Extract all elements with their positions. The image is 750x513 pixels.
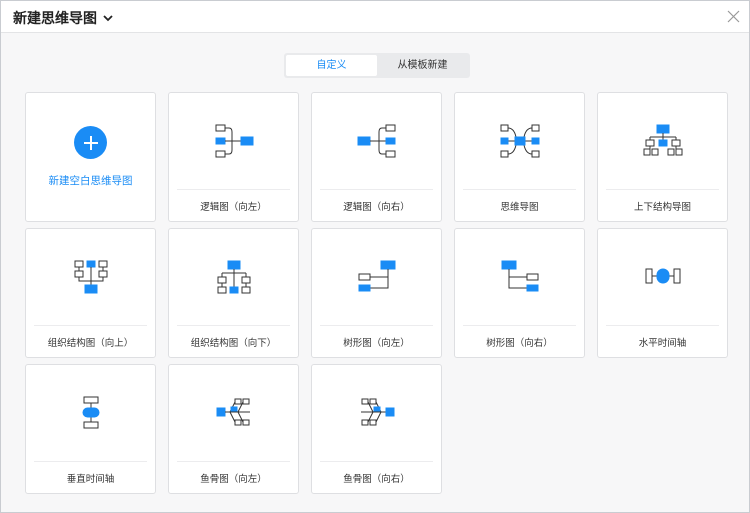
mindmap-icon	[500, 124, 539, 158]
template-label: 树形图（向左）	[343, 338, 410, 349]
dialog-title[interactable]: 新建思维导图	[13, 8, 114, 28]
card-divider	[463, 189, 576, 190]
card-divider	[606, 325, 719, 326]
template-card-logic-left[interactable]: 逻辑图（向左）	[168, 92, 299, 222]
chevron-down-icon	[103, 15, 113, 22]
plus-circle-icon	[74, 126, 107, 159]
vertical-timeline-icon	[82, 396, 99, 429]
logic-left-icon	[215, 124, 253, 158]
new-mindmap-dialog: 新建思维导图 自定义 从模板新建 新建空白思维导图 逻辑图（向左） 逻辑图（向右…	[0, 0, 750, 513]
template-card-fishbone-right[interactable]: 鱼骨图（向右）	[311, 364, 442, 494]
org-up-icon	[74, 260, 107, 294]
fishbone-left-icon	[216, 398, 250, 426]
logic-right-icon	[357, 124, 395, 158]
template-grid: 新建空白思维导图 逻辑图（向左） 逻辑图（向右） 思维导图 上下结构导图 组织结…	[25, 92, 728, 494]
template-card-fishbone-left[interactable]: 鱼骨图（向左）	[168, 364, 299, 494]
card-divider	[320, 325, 433, 326]
template-label: 组织结构图（向下）	[190, 338, 277, 349]
card-divider	[463, 325, 576, 326]
template-label: 鱼骨图（向左）	[200, 474, 267, 485]
tab-from-template[interactable]: 从模板新建	[377, 55, 468, 76]
card-divider	[177, 189, 290, 190]
template-card-horizontal-timeline[interactable]: 水平时间轴	[597, 228, 728, 358]
template-card-top-down[interactable]: 上下结构导图	[597, 92, 728, 222]
card-divider	[320, 189, 433, 190]
template-card-org-up[interactable]: 组织结构图（向上）	[25, 228, 156, 358]
card-divider	[34, 461, 147, 462]
close-icon[interactable]	[727, 10, 740, 23]
fishbone-right-icon	[360, 398, 394, 426]
template-label: 逻辑图（向左）	[200, 202, 267, 213]
tree-left-icon	[358, 260, 395, 292]
template-label: 逻辑图（向右）	[343, 202, 410, 213]
card-divider	[34, 325, 147, 326]
template-label: 垂直时间轴	[66, 474, 115, 485]
template-label: 上下结构导图	[633, 202, 691, 213]
dialog-title-text: 新建思维导图	[13, 11, 97, 27]
mode-tabs: 自定义 从模板新建	[284, 53, 470, 78]
template-label: 组织结构图（向上）	[47, 338, 134, 349]
template-label: 树形图（向右）	[486, 338, 553, 349]
card-divider	[320, 461, 433, 462]
dialog-header: 新建思维导图	[1, 1, 749, 33]
template-label: 鱼骨图（向右）	[343, 474, 410, 485]
template-label: 思维导图	[500, 202, 539, 213]
template-label: 水平时间轴	[638, 338, 687, 349]
template-card-tree-left[interactable]: 树形图（向左）	[311, 228, 442, 358]
org-down-icon	[217, 260, 250, 294]
horizontal-timeline-icon	[645, 268, 680, 284]
tree-right-icon	[501, 260, 538, 292]
template-card-logic-right[interactable]: 逻辑图（向右）	[311, 92, 442, 222]
template-card-tree-right[interactable]: 树形图（向右）	[454, 228, 585, 358]
top-down-icon	[643, 124, 682, 156]
template-card-mindmap[interactable]: 思维导图	[454, 92, 585, 222]
card-divider	[177, 461, 290, 462]
new-blank-mindmap-label: 新建空白思维导图	[48, 175, 133, 187]
card-divider	[177, 325, 290, 326]
card-divider	[606, 189, 719, 190]
template-card-org-down[interactable]: 组织结构图（向下）	[168, 228, 299, 358]
template-card-vertical-timeline[interactable]: 垂直时间轴	[25, 364, 156, 494]
new-blank-mindmap-card[interactable]: 新建空白思维导图	[25, 92, 156, 222]
tab-custom[interactable]: 自定义	[286, 55, 377, 76]
